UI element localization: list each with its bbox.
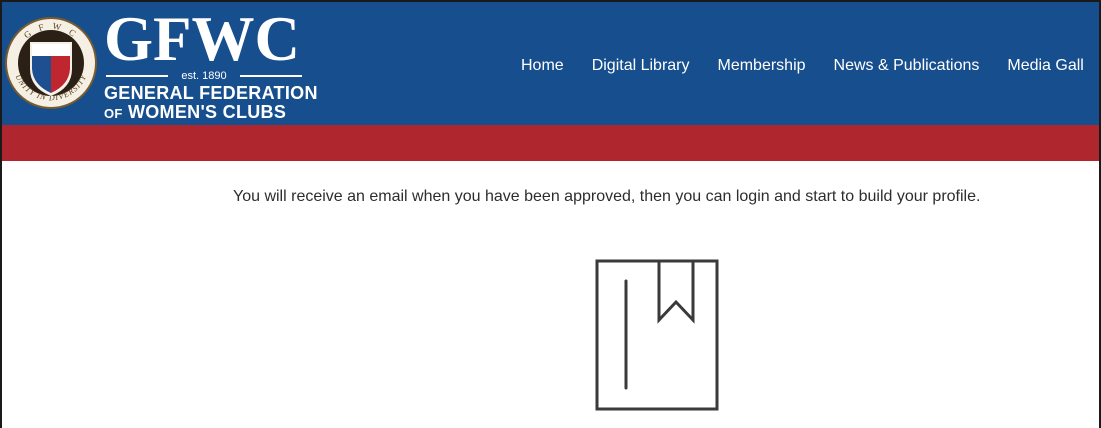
nav-item-news-publications[interactable]: News & Publications	[834, 54, 980, 78]
approval-message: You will receive an email when you have …	[233, 188, 981, 205]
accent-band	[2, 125, 1099, 161]
gfwc-seal-logo[interactable]: G F W C UNITY IN DIVERSITY	[4, 13, 98, 113]
browser-frame: G F W C UNITY IN DIVERSITY GFWC est. 189…	[0, 0, 1101, 428]
site-header: G F W C UNITY IN DIVERSITY GFWC est. 189…	[2, 2, 1099, 125]
main-nav: Home Digital Library Membership News & P…	[521, 54, 1084, 78]
nav-item-home[interactable]: Home	[521, 54, 564, 78]
established-text: est. 1890	[181, 70, 227, 82]
established-row: est. 1890	[106, 69, 302, 83]
brand-wordmark[interactable]: GFWC est. 1890 GENERAL FEDERATION OF WOM…	[104, 4, 317, 122]
nav-item-membership[interactable]: Membership	[718, 54, 806, 78]
established-divider	[106, 75, 168, 77]
nav-item-digital-library[interactable]: Digital Library	[592, 54, 690, 78]
brand-line-1: GENERAL FEDERATION	[104, 83, 318, 103]
established-divider	[240, 75, 302, 77]
nav-item-media-gallery[interactable]: Media Gall	[1007, 54, 1083, 78]
brand-line-2-main: WOMEN'S CLUBS	[127, 102, 287, 122]
bookmark-book-icon	[595, 259, 719, 411]
brand-line-2-prefix: OF	[104, 106, 123, 121]
brand-title: GFWC	[104, 4, 300, 74]
brand-line-2: OF WOMEN'S CLUBS	[104, 102, 286, 124]
